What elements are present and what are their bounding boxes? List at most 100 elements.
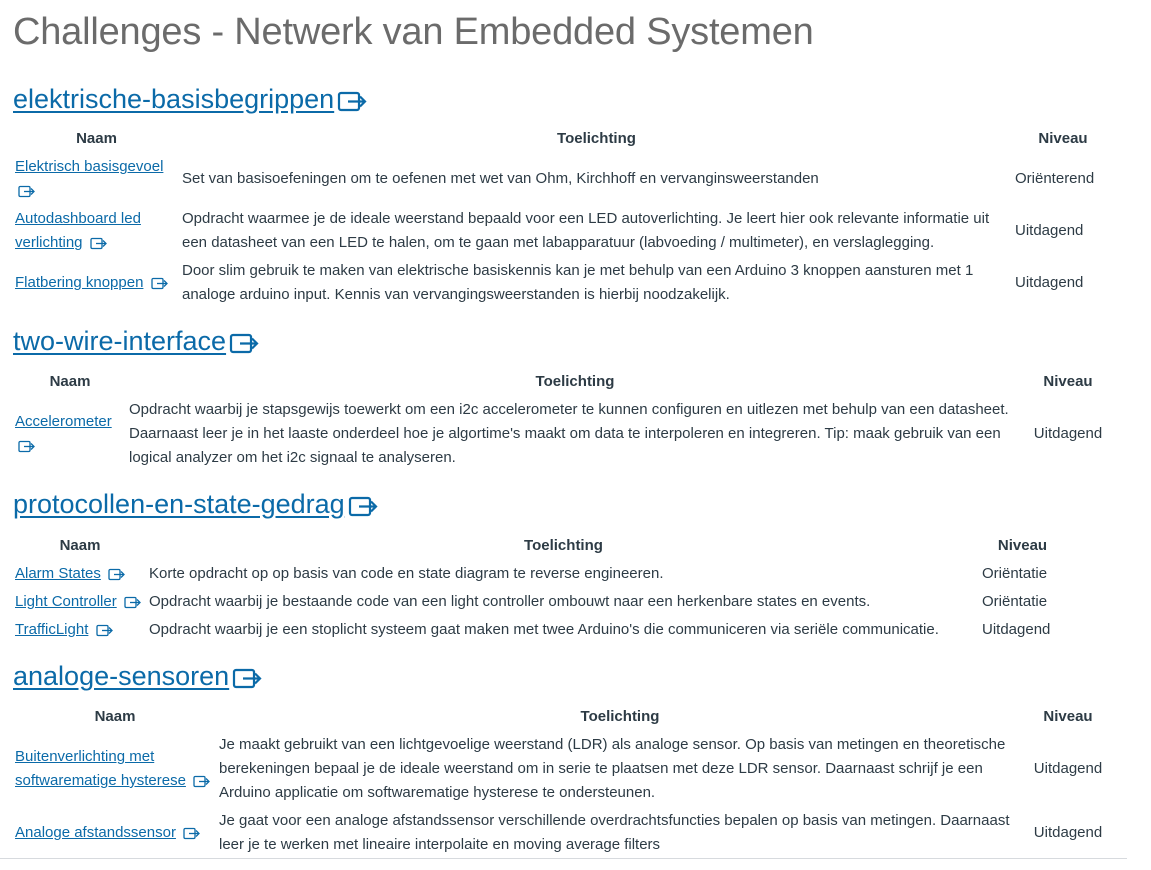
challenge-link-label: Buitenverlichting met softwarematige hys… [15,748,186,789]
challenge-level: Uitdagend [1033,425,1103,442]
column-header-level: Niveau [1038,130,1088,147]
challenge-link[interactable]: Buitenverlichting met softwarematige hys… [15,748,186,789]
challenge-level: Uitdagend [1033,760,1103,777]
challenges-table-analoge-sensoren: Naam Toelichting Niveau Buitenverlichtin… [13,703,1113,859]
challenge-level: Oriëntatie [982,565,1048,582]
section-heading-protocollen-en-state-gedrag: protocollen-en-state-gedrag [13,488,378,520]
column-header-level: Niveau [1043,373,1093,390]
table-row: Accelerometer Opdracht waarbij je stapsg… [13,396,1113,472]
external-link-icon[interactable] [124,596,141,609]
table-row: Analoge afstandssensor Je gaat voor een … [13,807,1113,859]
section-link-label: analoge-sensoren [13,661,230,691]
section-link-label: elektrische-basisbegrippen [13,84,335,114]
challenge-name-cell: TrafficLight [13,616,147,644]
challenges-table-two-wire-interface: Naam Toelichting Niveau Accelerometer Op… [13,368,1113,472]
challenge-link-label: Analoge afstandssensor [15,824,176,841]
external-link-icon[interactable] [90,237,107,250]
column-header-description: Toelichting [524,537,603,554]
challenges-table-protocollen-en-state-gedrag: Naam Toelichting Niveau Alarm States Kor… [13,532,1065,644]
challenge-name-cell: Accelerometer [13,396,127,472]
table-row: TrafficLight Opdracht waarbij je een sto… [13,616,1065,644]
challenge-description: Korte opdracht op op basis van code en s… [149,565,664,582]
challenge-description: Set van basisoefeningen om te oefenen me… [182,170,819,187]
challenge-name-cell: Analoge afstandssensor [13,807,217,859]
table-header-row: Naam Toelichting Niveau [13,368,1113,396]
challenge-name-cell: Light Controller [13,588,147,616]
challenge-name-cell: Elektrisch basisgevoel [13,153,180,205]
table-header-row: Naam Toelichting Niveau [13,532,1065,560]
challenge-description: Opdracht waarmee je de ideale weerstand … [182,210,990,251]
challenge-link-label: Autodashboard led verlichting [15,210,141,251]
column-header-description: Toelichting [557,130,636,147]
challenges-page: Challenges - Netwerk van Embedded System… [13,0,1128,853]
table-header-row: Naam Toelichting Niveau [13,125,1113,153]
table-row: Alarm States Korte opdracht op op basis … [13,560,1065,588]
external-link-icon[interactable] [95,624,113,637]
page-title: Challenges - Netwerk van Embedded System… [13,11,814,53]
external-link-icon[interactable] [193,775,211,788]
column-header-level: Niveau [1043,708,1093,725]
column-header-description: Toelichting [535,373,615,390]
section-link-protocollen-en-state-gedrag[interactable]: protocollen-en-state-gedrag [13,489,345,519]
table-row: Buitenverlichting met softwarematige hys… [13,731,1113,807]
challenge-link-label: Light Controller [15,593,117,610]
column-header-level: Niveau [997,537,1048,554]
challenge-link[interactable]: Analoge afstandssensor [15,824,176,841]
external-link-icon[interactable] [232,667,262,689]
challenge-level: Uitdagend [1015,274,1084,291]
challenge-description: Opdracht waarbij je stapsgewijs toewerkt… [129,401,1009,466]
challenge-level: Uitdagend [982,621,1051,638]
challenge-link-label: Accelerometer [15,413,112,430]
challenge-link[interactable]: Flatbering knoppen [15,274,143,291]
column-header-name: Naam [59,537,101,554]
challenge-link[interactable]: Elektrisch basisgevoel [15,158,163,175]
challenge-name-cell: Alarm States [13,560,147,588]
table-row: Elektrisch basisgevoel Set van basisoefe… [13,153,1113,205]
challenge-link-label: Flatbering knoppen [15,274,144,291]
external-link-icon[interactable] [18,440,35,453]
divider [0,858,1127,859]
section-heading-elektrische-basisbegrippen: elektrische-basisbegrippen [13,83,367,115]
challenge-description: Door slim gebruik te maken van elektrisc… [182,262,974,303]
challenge-link[interactable]: Alarm States [15,565,101,582]
column-header-description: Toelichting [580,708,660,725]
challenge-link[interactable]: Autodashboard led verlichting [15,210,141,251]
challenge-link[interactable]: Accelerometer [15,413,112,430]
section-link-two-wire-interface[interactable]: two-wire-interface [13,326,226,356]
challenge-link[interactable]: Light Controller [15,593,117,610]
section-heading-analoge-sensoren: analoge-sensoren [13,660,262,692]
challenge-name-cell: Autodashboard led verlichting [13,205,180,257]
table-row: Light Controller Opdracht waarbij je bes… [13,588,1065,616]
external-link-icon[interactable] [150,277,168,290]
challenge-name-cell: Flatbering knoppen [13,257,180,309]
external-link-icon[interactable] [337,90,367,112]
external-link-icon[interactable] [108,568,125,581]
column-header-name: Naam [94,708,136,725]
challenge-link[interactable]: TrafficLight [15,621,88,638]
external-link-icon[interactable] [229,332,259,354]
external-link-icon[interactable] [348,495,378,517]
section-link-elektrische-basisbegrippen[interactable]: elektrische-basisbegrippen [13,84,334,114]
challenge-level: Uitdagend [1033,824,1103,841]
external-link-icon[interactable] [183,827,201,840]
section-link-label: two-wire-interface [13,326,227,356]
challenge-description: Opdracht waarbij je bestaande code van e… [149,593,871,610]
column-header-name: Naam [49,373,91,390]
challenge-description: Opdracht waarbij je een stoplicht systee… [149,621,939,638]
challenge-link-label: Alarm States [15,565,101,582]
column-header-name: Naam [76,130,117,147]
table-row: Flatbering knoppen Door slim gebruik te … [13,257,1113,309]
challenge-level: Oriënterend [1015,170,1095,187]
challenge-name-cell: Buitenverlichting met softwarematige hys… [13,731,217,807]
challenge-description: Je gaat voor een analoge afstandssensor … [219,812,1010,853]
table-header-row: Naam Toelichting Niveau [13,703,1113,731]
section-link-analoge-sensoren[interactable]: analoge-sensoren [13,661,229,691]
external-link-icon[interactable] [18,185,35,198]
challenge-level: Uitdagend [1015,222,1084,239]
challenge-level: Oriëntatie [982,593,1048,610]
table-row: Autodashboard led verlichting Opdracht w… [13,205,1113,257]
section-link-label: protocollen-en-state-gedrag [13,489,345,519]
challenge-link-label: Elektrisch basisgevoel [15,158,164,175]
section-heading-two-wire-interface: two-wire-interface [13,325,259,357]
challenge-description: Je maakt gebruikt van een lichtgevoelige… [219,736,1006,801]
